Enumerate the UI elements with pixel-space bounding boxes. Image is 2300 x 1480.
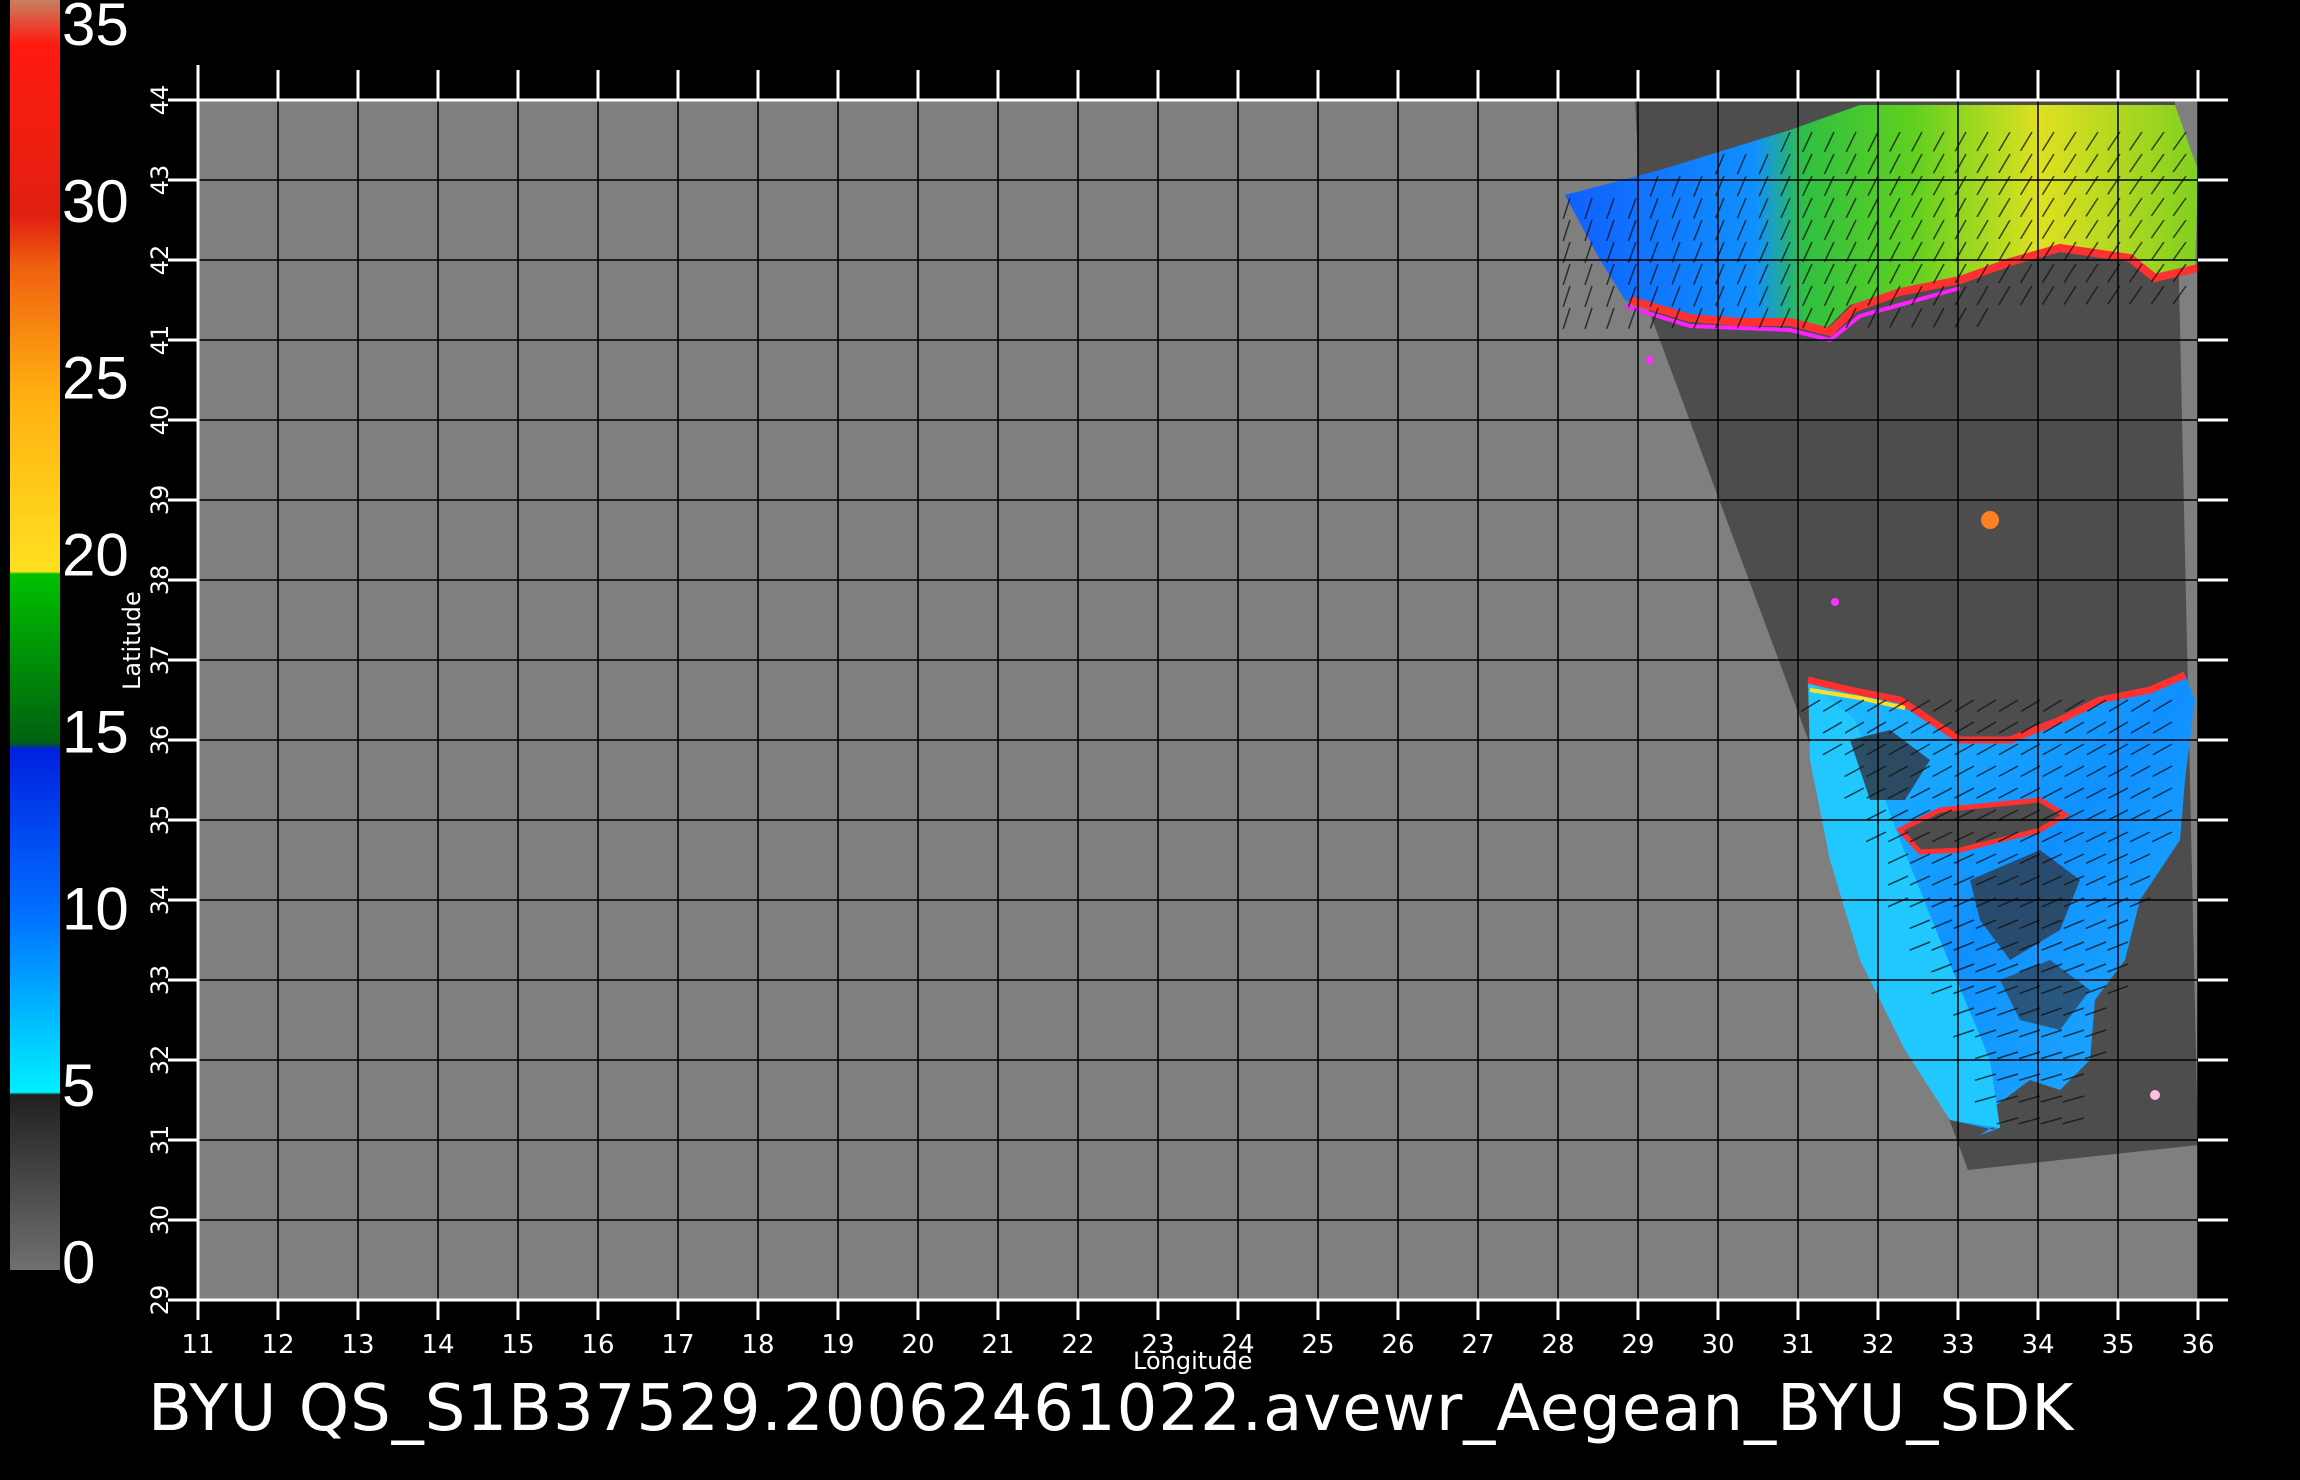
x-tick-label: 35 [2101,1330,2134,1360]
x-tick-label: 31 [1781,1330,1814,1360]
x-tick-label: 29 [1621,1330,1654,1360]
x-tick-label: 27 [1461,1330,1494,1360]
x-tick-label: 25 [1301,1330,1334,1360]
speck [1646,356,1654,364]
colorbar-label: 20 [62,522,129,589]
colorbar-label: 10 [62,875,129,942]
x-tick-label: 26 [1381,1330,1414,1360]
y-tick-label: 30 [146,1205,174,1236]
colorbar-label: 0 [62,1229,95,1296]
colorbar-label: 15 [62,698,129,765]
y-tick-label: 35 [146,805,174,836]
y-tick-labels: 29 30 31 32 33 34 35 36 37 38 39 40 41 42 43 44 [146,85,174,1316]
y-tick-label: 32 [146,1045,174,1076]
x-tick-label: 18 [741,1330,774,1360]
y-tick-label: 39 [146,485,174,516]
y-tick-label: 41 [146,325,174,356]
colorbar [10,0,60,1270]
colorbar-label: 5 [62,1052,95,1119]
y-tick-label: 34 [146,885,174,916]
y-tick-label: 40 [146,405,174,436]
speck [1981,511,1999,529]
speck [2150,1090,2160,1100]
x-tick-label: 33 [1941,1330,1974,1360]
figure-title: BYU QS_S1B37529.20062461022.avewr_Aegean… [148,1372,2075,1446]
speck [1831,598,1839,606]
x-tick-label: 13 [341,1330,374,1360]
x-tick-label: 11 [181,1330,214,1360]
y-tick-label: 29 [146,1285,174,1316]
x-tick-label: 21 [981,1330,1014,1360]
x-tick-label: 12 [261,1330,294,1360]
x-tick-label: 20 [901,1330,934,1360]
x-tick-label: 15 [501,1330,534,1360]
x-axis-title: Longitude [1133,1347,1253,1375]
x-tick-label: 28 [1541,1330,1574,1360]
x-tick-label: 16 [581,1330,614,1360]
colorbar-label: 30 [62,168,129,235]
x-tick-label: 17 [661,1330,694,1360]
x-tick-label: 32 [1861,1330,1894,1360]
colorbar-label: 25 [62,345,129,412]
colorbar-label: 35 [62,0,129,58]
y-tick-label: 38 [146,565,174,596]
y-tick-label: 42 [146,245,174,276]
y-tick-label: 36 [146,725,174,756]
x-tick-label: 19 [821,1330,854,1360]
y-tick-label: 33 [146,965,174,996]
y-tick-label: 37 [146,645,174,676]
y-axis-title: Latitude [118,591,146,690]
wind-map-figure: 11 12 13 14 15 16 17 18 19 20 21 22 23 24 25 26 27 28 29 30… [10,0,2228,1360]
y-tick-label: 43 [146,165,174,196]
y-tick-label: 31 [146,1125,174,1156]
x-tick-label: 14 [421,1330,454,1360]
x-tick-label: 22 [1061,1330,1094,1360]
x-tick-label: 30 [1701,1330,1734,1360]
x-tick-label: 34 [2021,1330,2054,1360]
x-tick-label: 36 [2181,1330,2214,1360]
y-tick-label: 44 [146,85,174,116]
